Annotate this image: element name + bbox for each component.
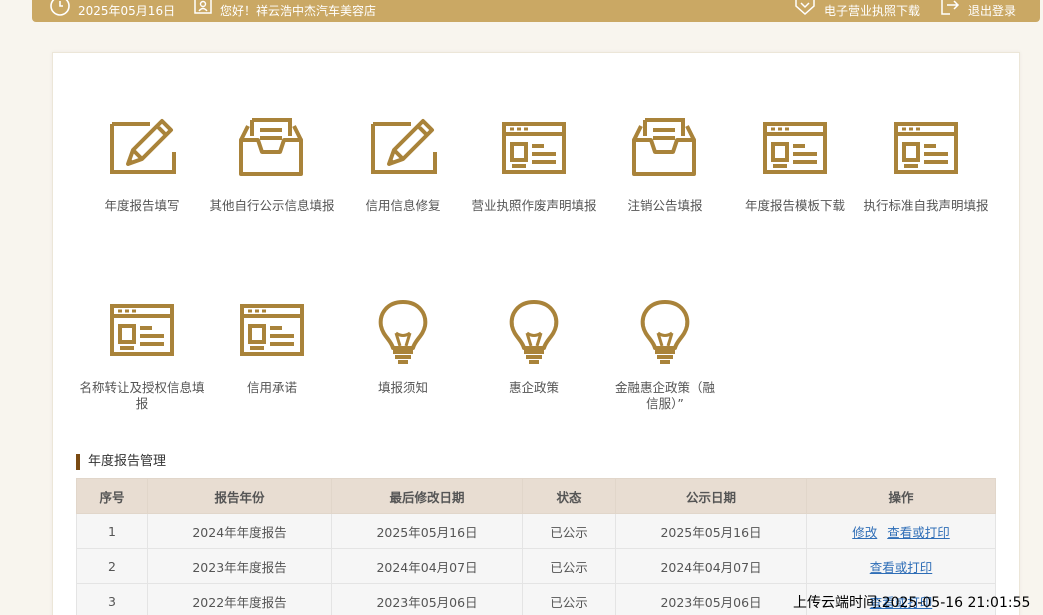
tile-annual-report-fill[interactable]: 年度报告填写 [76,116,208,214]
tile-label: 信用信息修复 [365,198,441,213]
edit-form-icon [371,119,437,174]
current-date: 2025年05月16日 [78,3,176,18]
tile-credit-repair[interactable]: 信用信息修复 [337,116,469,214]
logout-label: 退出登录 [968,3,1017,18]
tile-label: 名称转让及授权信息填报 [79,380,205,411]
table-header-row: 序号 报告年份 最后修改日期 状态 公示日期 操作 [76,478,996,514]
tile-label: 其他自行公示信息填报 [209,198,335,213]
tile-filing-notice[interactable]: 填报须知 [337,298,469,396]
tile-deregistration-notice[interactable]: 注销公告填报 [599,116,731,214]
col-header-actions: 操作 [806,478,996,514]
logout-link[interactable]: 退出登录 [940,0,1016,20]
tile-label: 金融惠企政策（融信服）” [614,380,715,411]
lightbulb-icon [640,300,690,364]
document-card-icon [110,304,174,356]
tile-name-transfer[interactable]: 名称转让及授权信息填报 [76,298,208,412]
cell-no: 2 [76,548,148,584]
cell-actions: 修改 查看或打印 [806,513,996,549]
greeting-item: 您好！祥云浩中杰汽车美容店 [194,0,376,20]
cell-published: 2024年04月07日 [615,548,807,584]
table-row: 2 2023年年度报告 2024年04月07日 已公示 2024年04月07日 … [76,548,996,584]
license-download-link[interactable]: 电子营业执照下载 [794,0,920,20]
document-card-icon [502,122,566,174]
edit-link[interactable]: 修改 [852,525,877,540]
tile-label: 执行标准自我声明填报 [863,198,989,213]
cell-published: 2025年05月16日 [615,513,807,549]
cell-no: 3 [76,583,148,615]
document-card-icon [763,122,827,174]
cell-modified: 2025年05月16日 [331,513,523,549]
upload-time-overlay: 上传云端时间:2025-05-16 21:01:55 [793,595,1031,611]
tile-label: 注销公告填报 [627,198,703,213]
clock-icon [50,0,70,16]
table-row: 1 2024年年度报告 2025年05月16日 已公示 2025年05月16日 … [76,513,996,549]
edit-form-icon [110,119,176,174]
col-header-modified: 最后修改日期 [331,478,523,514]
col-header-year: 报告年份 [147,478,332,514]
tile-label: 年度报告填写 [104,198,180,213]
cell-year: 2024年年度报告 [147,513,332,549]
cell-year: 2022年年度报告 [147,583,332,615]
cell-modified: 2024年04月07日 [331,548,523,584]
tile-standard-declaration[interactable]: 执行标准自我声明填报 [860,116,992,214]
tile-label: 惠企政策 [508,380,559,395]
document-card-icon [240,304,304,356]
tile-license-void[interactable]: 营业执照作废声明填报 [468,116,600,214]
inbox-tray-icon [239,118,303,176]
cell-no: 1 [76,513,148,549]
cell-actions: 查看或打印 [806,548,996,584]
col-header-status: 状态 [522,478,616,514]
lightbulb-icon [378,300,428,364]
top-bar: 2025年05月16日 您好！祥云浩中杰汽车美容店 电子营业执照下载 退出登录 [32,0,1040,22]
tile-label: 信用承诺 [246,380,297,395]
cell-modified: 2023年05月06日 [331,583,523,615]
col-header-no: 序号 [76,478,148,514]
user-icon [194,0,212,14]
tile-label: 营业执照作废声明填报 [471,198,597,213]
view-print-link[interactable]: 查看或打印 [887,525,950,540]
tile-credit-commitment[interactable]: 信用承诺 [206,298,338,396]
cell-status: 已公示 [522,513,616,549]
license-download-label: 电子营业执照下载 [824,3,921,18]
date-item: 2025年05月16日 [50,0,175,20]
cell-published: 2023年05月06日 [615,583,807,615]
tile-report-template-download[interactable]: 年度报告模板下载 [729,116,861,214]
cell-status: 已公示 [522,583,616,615]
annual-report-section-title: 年度报告管理 [76,454,166,470]
cell-status: 已公示 [522,548,616,584]
tile-other-disclosure[interactable]: 其他自行公示信息填报 [206,116,338,214]
tile-label: 填报须知 [377,380,428,395]
logout-icon [941,0,960,15]
greeting-text: 您好！祥云浩中杰汽车美容店 [220,3,377,18]
lightbulb-icon [509,300,559,364]
download-icon [795,0,815,16]
view-print-link[interactable]: 查看或打印 [870,560,933,575]
tile-business-policy[interactable]: 惠企政策 [468,298,600,396]
tile-label: 年度报告模板下载 [744,198,845,213]
cell-year: 2023年年度报告 [147,548,332,584]
tile-finance-policy[interactable]: 金融惠企政策（融信服）” [599,298,731,412]
col-header-published: 公示日期 [615,478,807,514]
document-card-icon [894,122,958,174]
inbox-tray-icon [632,118,696,176]
